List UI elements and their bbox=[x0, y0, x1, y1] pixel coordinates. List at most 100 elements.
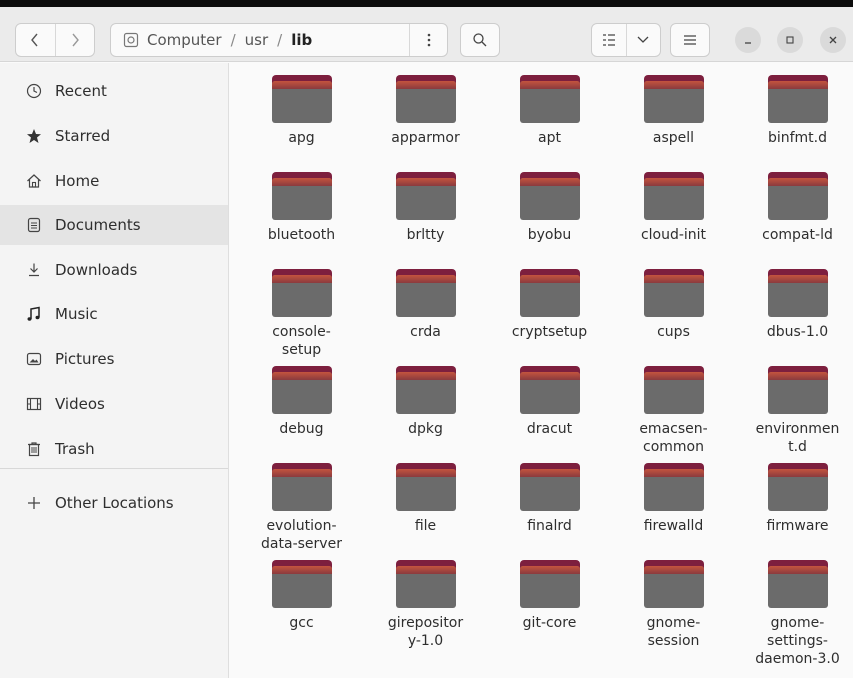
folder-item[interactable]: file bbox=[364, 463, 487, 535]
folder-item[interactable]: cups bbox=[612, 269, 735, 341]
sidebar-item-trash[interactable]: Trash bbox=[0, 429, 228, 469]
folder-icon bbox=[767, 366, 828, 414]
folder-label: git-core bbox=[488, 614, 611, 632]
folder-item[interactable]: console-setup bbox=[240, 269, 363, 359]
header-bar: Computer / usr / lib bbox=[0, 0, 853, 62]
sidebar-item-starred[interactable]: Starred bbox=[0, 116, 228, 156]
folder-item[interactable]: environmen t.d bbox=[736, 366, 853, 456]
folder-item[interactable]: cloud-init bbox=[612, 172, 735, 244]
folder-item[interactable]: binfmt.d bbox=[736, 75, 853, 147]
folder-label-line: compat-ld bbox=[762, 227, 833, 243]
folder-label: gcc bbox=[240, 614, 363, 632]
folder-item[interactable]: firewalld bbox=[612, 463, 735, 535]
search-button[interactable] bbox=[460, 23, 500, 57]
folder-label-line: bluetooth bbox=[267, 227, 336, 243]
close-button[interactable] bbox=[820, 27, 846, 53]
folder-item[interactable]: gcc bbox=[240, 560, 363, 632]
folder-label-line: binfmt.d bbox=[767, 130, 828, 146]
folder-icon bbox=[395, 560, 456, 608]
folder-item[interactable]: brltty bbox=[364, 172, 487, 244]
sidebar-item-videos[interactable]: Videos bbox=[0, 384, 228, 424]
folder-item[interactable]: compat-ld bbox=[736, 172, 853, 244]
folder-item[interactable]: emacsen-common bbox=[612, 366, 735, 456]
folder-item[interactable]: gnome-session bbox=[612, 560, 735, 650]
folder-item[interactable]: gnome-settings-daemon-3.0 bbox=[736, 560, 853, 668]
places-sidebar: Recent Starred Home Documents Downloads … bbox=[0, 63, 229, 678]
folder-icon bbox=[519, 463, 580, 511]
sidebar-item-label: Starred bbox=[55, 127, 111, 145]
sidebar-item-home[interactable]: Home bbox=[0, 161, 228, 201]
folder-item[interactable]: bluetooth bbox=[240, 172, 363, 244]
folder-label-line: apparmor bbox=[391, 130, 460, 146]
folder-item[interactable]: dbus-1.0 bbox=[736, 269, 853, 341]
view-options-dropdown[interactable] bbox=[625, 24, 660, 56]
folder-icon bbox=[643, 560, 704, 608]
forward-button[interactable] bbox=[54, 24, 94, 56]
folder-item[interactable]: aspell bbox=[612, 75, 735, 147]
folder-icon bbox=[519, 269, 580, 317]
star-icon bbox=[25, 127, 43, 145]
maximize-button[interactable] bbox=[777, 27, 803, 53]
sidebar-item-recent[interactable]: Recent bbox=[0, 71, 228, 111]
sidebar-item-label: Home bbox=[55, 172, 100, 190]
breadcrumb-usr[interactable]: usr bbox=[245, 31, 269, 49]
folder-label-line: apt bbox=[538, 130, 561, 146]
folder-item[interactable]: debug bbox=[240, 366, 363, 438]
folder-label: gnome-settings-daemon-3.0 bbox=[736, 614, 853, 668]
back-button[interactable] bbox=[16, 24, 55, 56]
sidebar-item-downloads[interactable]: Downloads bbox=[0, 250, 228, 290]
folder-item[interactable]: apg bbox=[240, 75, 363, 147]
folder-label: girepositor y-1.0 bbox=[364, 614, 487, 650]
breadcrumb-computer[interactable]: Computer bbox=[147, 31, 222, 49]
folder-item[interactable]: git-core bbox=[488, 560, 611, 632]
sidebar-item-pictures[interactable]: Pictures bbox=[0, 339, 228, 379]
download-icon bbox=[25, 261, 43, 279]
main-menu-button[interactable] bbox=[670, 23, 710, 57]
folder-item[interactable]: finalrd bbox=[488, 463, 611, 535]
folder-label: apparmor bbox=[364, 129, 487, 147]
folder-label-line: git-core bbox=[522, 615, 577, 631]
navigation-buttons bbox=[15, 23, 95, 57]
folder-item[interactable]: girepositor y-1.0 bbox=[364, 560, 487, 650]
folder-item[interactable]: crda bbox=[364, 269, 487, 341]
path-bar[interactable]: Computer / usr / lib bbox=[110, 23, 448, 57]
folder-icon bbox=[519, 172, 580, 220]
chevron-down-icon bbox=[638, 36, 649, 43]
folder-icon bbox=[271, 172, 332, 220]
folder-label-line: finalrd bbox=[527, 518, 572, 534]
folder-label: cryptsetup bbox=[488, 323, 611, 341]
sidebar-item-other-locations[interactable]: Other Locations bbox=[0, 483, 228, 523]
folder-item[interactable]: dracut bbox=[488, 366, 611, 438]
folder-item[interactable]: cryptsetup bbox=[488, 269, 611, 341]
folder-label: dbus-1.0 bbox=[736, 323, 853, 341]
folder-label-line: firmware bbox=[766, 518, 829, 534]
sidebar-item-label: Other Locations bbox=[55, 494, 174, 512]
folder-icon bbox=[519, 75, 580, 123]
document-icon bbox=[25, 216, 43, 234]
folder-label-line: emacsen- bbox=[639, 421, 708, 437]
folder-label: byobu bbox=[488, 226, 611, 244]
folder-label-line: t.d bbox=[788, 439, 807, 455]
path-menu-button[interactable] bbox=[409, 24, 447, 56]
folder-icon bbox=[271, 463, 332, 511]
folder-icon bbox=[643, 463, 704, 511]
chevron-right-icon bbox=[72, 33, 79, 47]
music-note-icon bbox=[25, 305, 43, 323]
folder-label: gnome-session bbox=[612, 614, 735, 650]
home-icon bbox=[25, 172, 43, 190]
folder-item[interactable]: byobu bbox=[488, 172, 611, 244]
sidebar-item-documents[interactable]: Documents bbox=[0, 205, 228, 245]
folder-item[interactable]: firmware bbox=[736, 463, 853, 535]
sidebar-item-music[interactable]: Music bbox=[0, 294, 228, 334]
folder-label: cloud-init bbox=[612, 226, 735, 244]
folder-icon bbox=[643, 75, 704, 123]
folder-label-line: session bbox=[647, 633, 700, 649]
folder-item[interactable]: dpkg bbox=[364, 366, 487, 438]
minimize-button[interactable] bbox=[735, 27, 761, 53]
breadcrumb-lib[interactable]: lib bbox=[291, 31, 312, 49]
list-view-button[interactable] bbox=[592, 24, 626, 56]
folder-item[interactable]: apparmor bbox=[364, 75, 487, 147]
folder-item[interactable]: evolution-data-server bbox=[240, 463, 363, 553]
folder-label-line: dpkg bbox=[408, 421, 443, 437]
folder-item[interactable]: apt bbox=[488, 75, 611, 147]
